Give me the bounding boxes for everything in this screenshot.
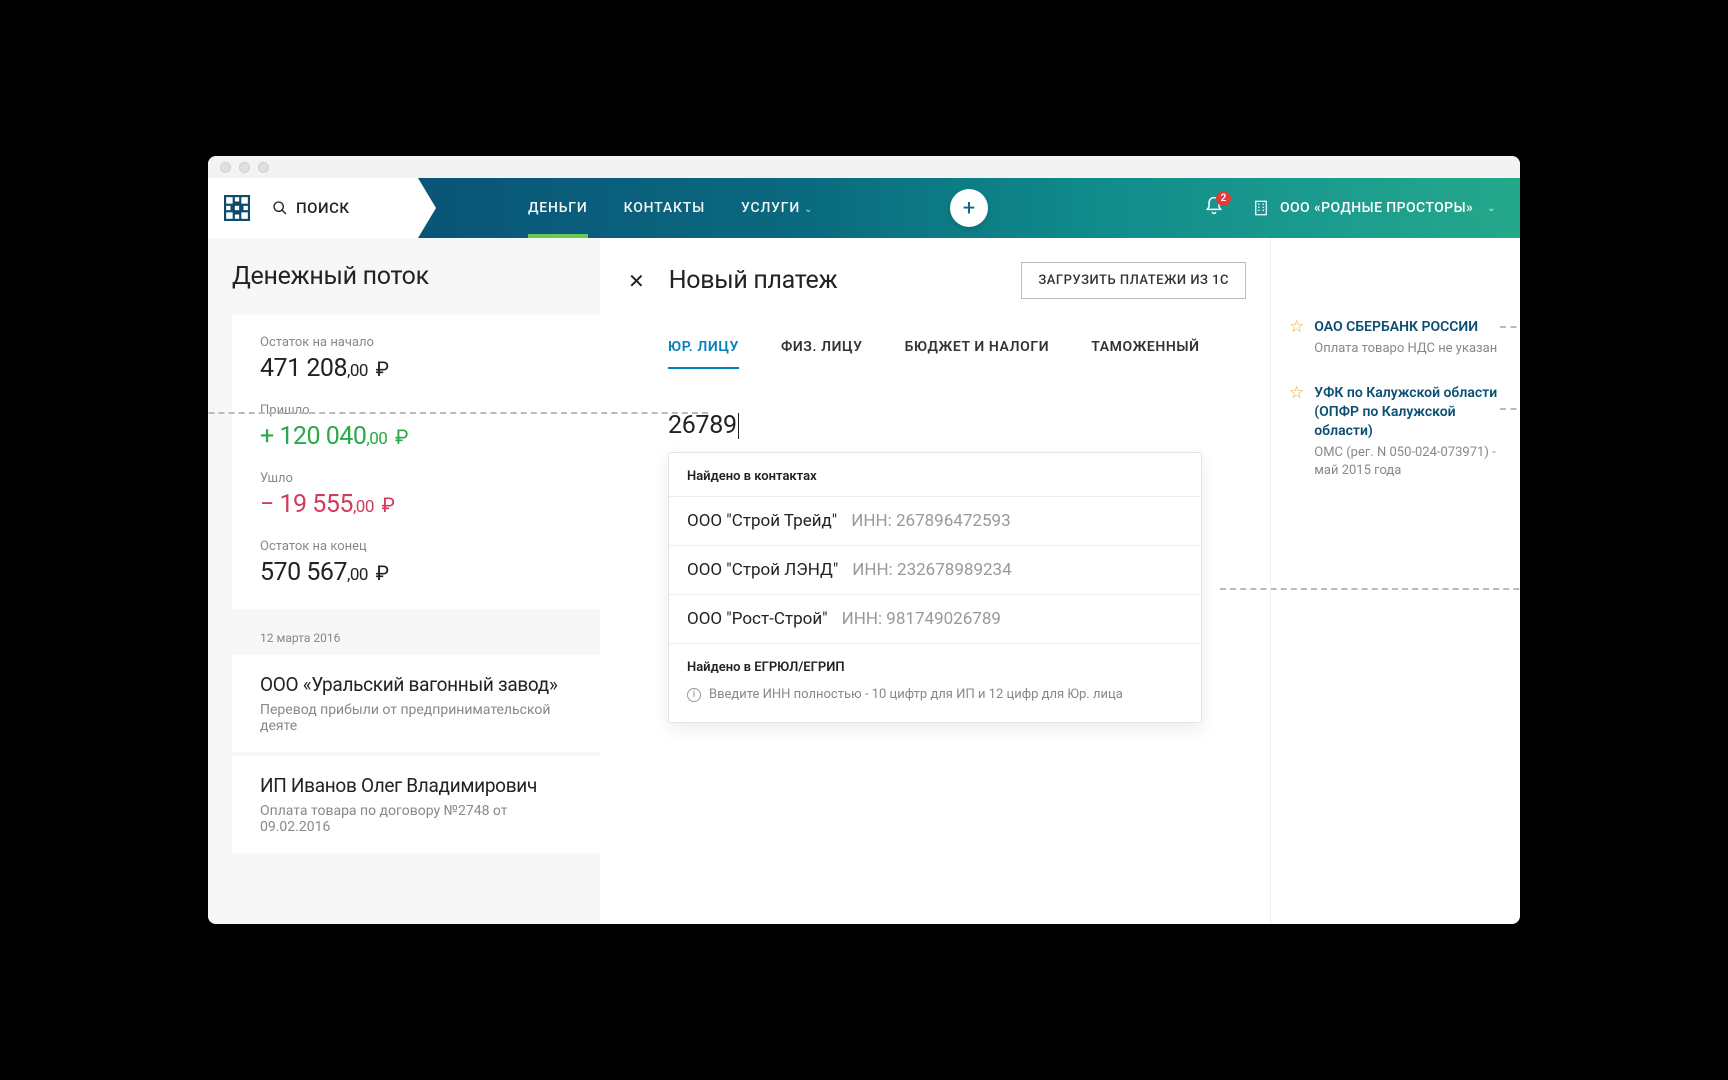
search-input[interactable]: ПОИСК (272, 199, 350, 217)
app-window: ПОИСК ДЕНЬГИ КОНТАКТЫ УСЛУГИ⌄ + 2 (208, 156, 1520, 924)
dropdown-item[interactable]: ООО "Рост-Строй" ИНН: 981749026789 (669, 594, 1201, 643)
traffic-light-min[interactable] (239, 162, 250, 173)
summary-income: Пришло + 120 040,00 ₽ (260, 403, 572, 451)
star-icon: ☆ (1289, 385, 1304, 480)
feed-card[interactable]: ИП Иванов Олег Владимирович Оплата товар… (232, 756, 600, 853)
topbar: ПОИСК ДЕНЬГИ КОНТАКТЫ УСЛУГИ⌄ + 2 (208, 178, 1520, 238)
summary-expense: Ушло − 19 555,00 ₽ (260, 471, 572, 519)
cashflow-summary: Остаток на начало 471 208,00 ₽ Пришло + … (232, 315, 600, 609)
company-selector[interactable]: ООО «РОДНЫЕ ПРОСТОРЫ» ⌄ (1252, 199, 1496, 217)
nav-money[interactable]: ДЕНЬГИ (528, 200, 588, 216)
load-from-1c-button[interactable]: ЗАГРУЗИТЬ ПЛАТЕЖИ ИЗ 1С (1021, 262, 1246, 299)
dropdown-registry-section: Найдено в ЕГРЮЛ/ЕГРИП i Введите ИНН полн… (669, 643, 1201, 722)
close-icon[interactable]: ✕ (628, 269, 645, 293)
body: Денежный поток Остаток на начало 471 208… (208, 238, 1520, 924)
feed-card[interactable]: ООО «Уральский вагонный завод» Перевод п… (232, 655, 600, 752)
search-icon (272, 200, 288, 216)
logo-icon[interactable] (224, 195, 250, 221)
window-titlebar (208, 156, 1520, 178)
nav-contacts[interactable]: КОНТАКТЫ (624, 200, 705, 216)
tab-customs[interactable]: ТАМОЖЕННЫЙ (1091, 339, 1199, 369)
plus-icon: + (963, 196, 975, 221)
panel-title: Новый платеж (669, 266, 838, 295)
chevron-down-icon: ⌄ (804, 204, 813, 215)
recipient-search-input[interactable]: 26789 (668, 411, 739, 444)
topbar-right: ДЕНЬГИ КОНТАКТЫ УСЛУГИ⌄ + 2 ООО «РОДНЫЕ … (418, 178, 1520, 238)
building-icon (1252, 199, 1270, 217)
dropdown-contacts-header: Найдено в контактах (669, 453, 1201, 496)
feed-sidebar: Денежный поток Остаток на начало 471 208… (208, 238, 600, 924)
autocomplete-dropdown: Найдено в контактах ООО "Строй Трейд" ИН… (668, 452, 1202, 723)
summary-end: Остаток на конец 570 567,00 ₽ (260, 539, 572, 587)
info-icon: i (687, 688, 701, 702)
favorites-sidebar: ☆ ОАО СБЕРБАНК РОССИИ Оплата товаро НДС … (1270, 238, 1520, 924)
summary-start: Остаток на начало 471 208,00 ₽ (260, 335, 572, 383)
nav-services[interactable]: УСЛУГИ⌄ (741, 200, 813, 216)
payment-tabs: ЮР. ЛИЦУ ФИЗ. ЛИЦУ БЮДЖЕТ И НАЛОГИ ТАМОЖ… (600, 299, 1270, 369)
recipient-search-wrap: 26789 (600, 369, 1270, 440)
search-label: ПОИСК (296, 199, 350, 217)
dropdown-registry-header: Найдено в ЕГРЮЛ/ЕГРИП (687, 660, 1183, 681)
payment-panel: ✕ Новый платеж ЗАГРУЗИТЬ ПЛАТЕЖИ ИЗ 1С Ю… (600, 238, 1270, 924)
breadcrumb-arrow (418, 178, 436, 238)
tab-legal[interactable]: ЮР. ЛИЦУ (668, 339, 739, 369)
traffic-light-close[interactable] (220, 162, 231, 173)
topbar-left: ПОИСК (208, 178, 418, 238)
company-name: ООО «РОДНЫЕ ПРОСТОРЫ» (1280, 200, 1473, 216)
dropdown-item[interactable]: ООО "Строй ЛЭНД" ИНН: 232678989234 (669, 545, 1201, 594)
traffic-light-max[interactable] (258, 162, 269, 173)
add-button[interactable]: + (950, 189, 988, 227)
panel-header: ✕ Новый платеж ЗАГРУЗИТЬ ПЛАТЕЖИ ИЗ 1С (600, 262, 1270, 299)
feed-date: 12 марта 2016 (232, 631, 600, 655)
tab-budget[interactable]: БЮДЖЕТ И НАЛОГИ (905, 339, 1050, 369)
tab-individual[interactable]: ФИЗ. ЛИЦУ (781, 339, 863, 369)
favorite-item[interactable]: ☆ УФК по Калужской области (ОПФР по Калу… (1289, 384, 1500, 480)
topbar-actions: 2 ООО «РОДНЫЕ ПРОСТОРЫ» ⌄ (1204, 196, 1520, 220)
dropdown-hint: i Введите ИНН полностью - 10 цифтр для И… (687, 681, 1183, 712)
feed-title: Денежный поток (232, 262, 600, 291)
main-area: ✕ Новый платеж ЗАГРУЗИТЬ ПЛАТЕЖИ ИЗ 1С Ю… (600, 238, 1520, 924)
notifications-button[interactable]: 2 (1204, 196, 1224, 220)
text-cursor (738, 413, 739, 439)
star-icon: ☆ (1289, 319, 1304, 358)
favorite-item[interactable]: ☆ ОАО СБЕРБАНК РОССИИ Оплата товаро НДС … (1289, 318, 1500, 358)
notification-badge: 2 (1216, 191, 1231, 206)
main-nav: ДЕНЬГИ КОНТАКТЫ УСЛУГИ⌄ (528, 200, 813, 216)
chevron-down-icon: ⌄ (1487, 203, 1496, 214)
dropdown-item[interactable]: ООО "Строй Трейд" ИНН: 267896472593 (669, 496, 1201, 545)
